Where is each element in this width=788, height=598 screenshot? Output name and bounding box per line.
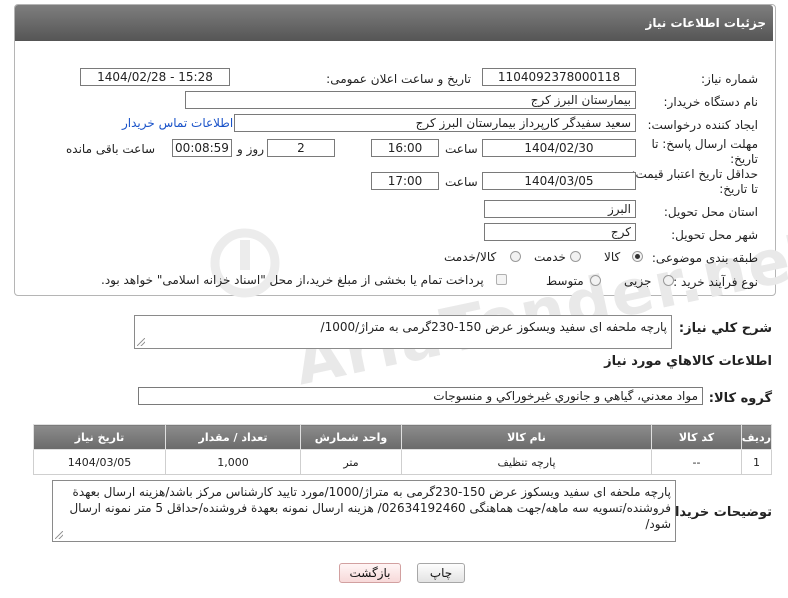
need-number-label: شماره نیاز: (701, 72, 758, 86)
announce-label: تاریخ و ساعت اعلان عمومی: (326, 72, 471, 86)
countdown-field: 00:08:59 (172, 139, 232, 157)
cell-row: 1 (741, 449, 772, 475)
city-field: کرج (484, 223, 636, 241)
col-name-header: نام کالا (401, 424, 652, 450)
remaining-label: ساعت باقی مانده (66, 142, 156, 156)
category-label: طبقه بندی موضوعی: (651, 251, 758, 265)
days-field: 2 (267, 139, 335, 157)
col-row-header: ردیف (741, 424, 772, 450)
category-radio-goods-service[interactable] (510, 251, 521, 262)
table-header-row: ردیف کد کالا نام کالا واحد شمارش تعداد /… (33, 424, 772, 450)
buyer-notes-label: توضیحات خریدار: (662, 505, 772, 520)
col-code-header: کد کالا (651, 424, 742, 450)
need-number-field: 1104092378000118 (482, 68, 636, 86)
buyer-org-field: بیمارستان البرز کرج (185, 91, 636, 109)
price-validity-date-label: تا تاریخ: (719, 182, 758, 196)
watermark-circle-icon (210, 228, 280, 298)
province-label: استان محل تحویل: (663, 205, 758, 219)
col-date-header: تاریخ نیاز (33, 424, 166, 450)
cell-date: 1404/03/05 (33, 449, 166, 475)
cell-unit: متر (300, 449, 402, 475)
buyer-contact-link[interactable]: اطلاعات تماس خریدار (122, 116, 233, 130)
buyer-notes-textarea[interactable]: پارچه ملحفه ای سفید ویسکوز عرض 150-230گر… (52, 480, 676, 542)
treasury-note: پرداخت تمام یا بخشی از مبلغ خرید،از محل … (101, 273, 484, 287)
cell-name: پارچه تنظیف (401, 449, 652, 475)
goods-group-field: مواد معدني، گياهي و جانوري غيرخوراکي و م… (138, 387, 703, 405)
process-option-minor: جزیی (624, 274, 652, 288)
buyer-org-label: نام دستگاه خریدار: (663, 95, 759, 109)
col-unit-header: واحد شمارش (300, 424, 402, 450)
goods-group-label: گروه کالا: (708, 391, 772, 406)
creator-label: ایجاد کننده درخواست: (647, 118, 758, 132)
city-label: شهر محل تحویل: (671, 228, 758, 242)
price-time-field: 17:00 (371, 172, 439, 190)
table-row: 1 -- پارچه تنظیف متر 1,000 1404/03/05 (33, 449, 772, 475)
back-button[interactable]: بازگشت (339, 563, 401, 583)
goods-section-title: اطلاعات کالاهاي مورد نياز (604, 354, 772, 369)
col-qty-header: تعداد / مقدار (165, 424, 301, 450)
process-label: نوع فرآیند خرید : (673, 275, 758, 289)
resize-grip-icon[interactable] (55, 531, 63, 539)
print-button[interactable]: چاپ (417, 563, 465, 583)
cell-qty: 1,000 (165, 449, 301, 475)
deadline-label: مهلت ارسال پاسخ: تا (651, 137, 758, 151)
description-textarea[interactable]: پارچه ملحفه ای سفید ویسکوز عرض 150-230گر… (134, 315, 672, 349)
panel-title: جزئیات اطلاعات نیاز (645, 16, 766, 30)
category-option-service: خدمت (534, 250, 566, 264)
price-time-label: ساعت (445, 175, 478, 189)
treasury-checkbox[interactable] (496, 274, 507, 285)
price-date-field: 1404/03/05 (482, 172, 636, 190)
deadline-time-field: 16:00 (371, 139, 439, 157)
category-option-goods: کالا (604, 250, 621, 264)
creator-field: سعید سفیدگر کارپرداز بیمارستان البرز کرج (234, 114, 636, 132)
description-label: شرح کلي نياز: (678, 321, 772, 336)
cell-code: -- (651, 449, 742, 475)
province-field: البرز (484, 200, 636, 218)
process-radio-minor[interactable] (663, 275, 674, 286)
deadline-label-date: تاریخ: (730, 152, 758, 166)
category-option-goods-service: کالا/خدمت (444, 250, 497, 264)
deadline-date-field: 1404/02/30 (482, 139, 636, 157)
category-radio-goods[interactable] (632, 251, 643, 262)
buyer-notes-text: پارچه ملحفه ای سفید ویسکوز عرض 150-230گر… (69, 485, 671, 531)
watermark-logo (210, 228, 280, 298)
category-radio-service[interactable] (570, 251, 581, 262)
price-validity-label: حداقل تاریخ اعتبار قیمت: (631, 167, 758, 181)
process-option-medium: متوسط (546, 274, 584, 288)
goods-table: ردیف کد کالا نام کالا واحد شمارش تعداد /… (33, 424, 772, 475)
process-radio-medium[interactable] (590, 275, 601, 286)
announce-field: 1404/02/28 - 15:28 (80, 68, 230, 86)
days-label: روز و (237, 142, 264, 156)
resize-grip-icon[interactable] (137, 338, 145, 346)
description-text: پارچه ملحفه ای سفید ویسکوز عرض 150-230گر… (320, 320, 667, 334)
deadline-time-label: ساعت (445, 142, 478, 156)
